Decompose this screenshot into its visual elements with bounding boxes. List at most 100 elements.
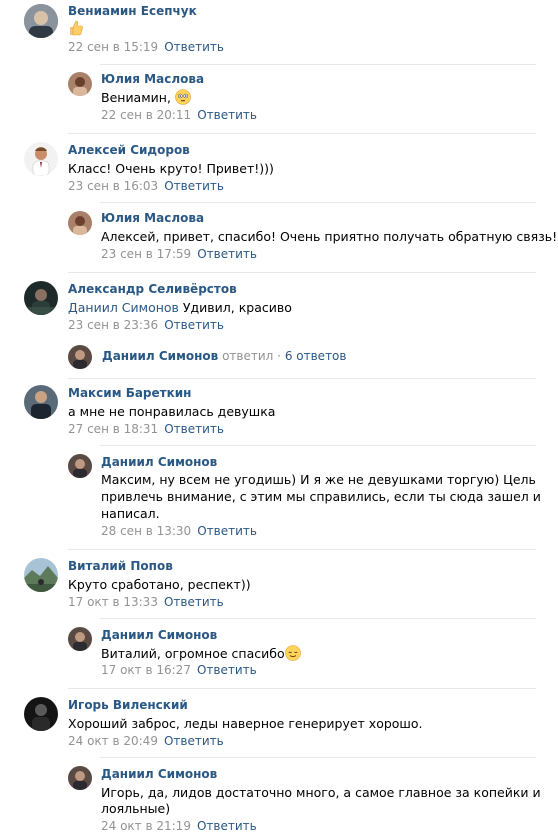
reply-date: 22 сен в 20:11 — [101, 108, 192, 122]
reply-button[interactable]: Ответить — [197, 108, 257, 122]
thumbs-up-icon — [70, 20, 83, 36]
avatar-photo — [68, 345, 92, 369]
divider — [100, 445, 536, 446]
divider — [100, 64, 536, 65]
comment-meta: 24 окт в 20:49 Ответить — [68, 734, 224, 748]
reply-button[interactable]: Ответить — [197, 247, 257, 261]
comment-author[interactable]: Александр Селивёрстов — [68, 282, 237, 296]
reply-meta: 23 сен в 17:59 Ответить — [101, 247, 257, 261]
reply-button[interactable]: Ответить — [197, 819, 257, 833]
avatar[interactable] — [24, 385, 58, 419]
comment-date: 23 сен в 16:03 — [68, 179, 159, 193]
reply-text: Виталий, огромное спасибо — [101, 645, 301, 662]
comment-author[interactable]: Вениамин Есепчук — [68, 4, 197, 18]
avatar-photo — [24, 558, 58, 592]
divider — [68, 272, 536, 273]
reply-author[interactable]: Даниил Симонов — [101, 455, 217, 469]
divider — [100, 202, 536, 203]
reply-date: 17 окт в 16:27 — [101, 663, 191, 677]
comment-text: Круто сработано, респект)) — [68, 577, 251, 592]
reply-button[interactable]: Ответить — [164, 734, 224, 748]
comment-date: 24 окт в 20:49 — [68, 734, 158, 748]
reply-text: Алексей, привет, спасибо! Очень приятно … — [101, 229, 558, 244]
comment-text-content: Удивил, красиво — [182, 300, 292, 315]
thread-separator: · — [277, 349, 281, 363]
comment-text: Даниил Симонов Удивил, красиво — [68, 299, 292, 316]
relieved-emoji-icon — [284, 645, 301, 661]
avatar-photo — [24, 385, 58, 419]
reply-text: Вениамин, — [101, 89, 191, 106]
reply-button[interactable]: Ответить — [197, 663, 257, 677]
reply-button[interactable]: Ответить — [164, 595, 224, 609]
reply-meta: 17 окт в 16:27 Ответить — [101, 663, 257, 677]
avatar[interactable] — [68, 345, 92, 369]
reply-button[interactable]: Ответить — [197, 524, 257, 538]
reply-author[interactable]: Даниил Симонов — [101, 767, 217, 781]
avatar-photo — [24, 281, 58, 315]
reply-meta: 22 сен в 20:11 Ответить — [101, 108, 257, 122]
avatar-photo — [24, 142, 58, 176]
comment-text: Класс! Очень круто! Привет!))) — [68, 161, 274, 176]
reply-date: 24 окт в 21:19 — [101, 819, 191, 833]
reply-text-content: Виталий, огромное спасибо — [101, 646, 285, 661]
avatar[interactable] — [68, 627, 92, 651]
divider — [68, 133, 536, 134]
comment-meta: 17 окт в 13:33 Ответить — [68, 595, 224, 609]
reply-button[interactable]: Ответить — [164, 422, 224, 436]
avatar[interactable] — [68, 454, 92, 478]
comment-author[interactable]: Алексей Сидоров — [68, 143, 190, 157]
divider — [68, 688, 536, 689]
reply-button[interactable]: Ответить — [164, 318, 224, 332]
comment-date: 22 сен в 15:19 — [68, 40, 159, 54]
divider — [68, 549, 536, 550]
reply-date: 28 сен в 13:30 — [101, 524, 192, 538]
avatar-photo — [24, 4, 58, 38]
comment-text: Хороший заброс, леды наверное генерирует… — [68, 716, 423, 731]
avatar[interactable] — [68, 766, 92, 790]
comment-meta: 23 сен в 23:36 Ответить — [68, 318, 224, 332]
comment-author[interactable]: Максим Бареткин — [68, 386, 191, 400]
comment-date: 17 окт в 13:33 — [68, 595, 158, 609]
mention-link[interactable]: Даниил Симонов — [68, 300, 179, 315]
reply-text-line: привлечь внимание, с этим мы справились,… — [101, 489, 541, 504]
reply-text-line: Игорь, да, лидов достаточно много, а сам… — [101, 785, 541, 800]
reply-text-line: лояльные) — [101, 801, 171, 816]
reply-author[interactable]: Даниил Симонов — [101, 628, 217, 642]
avatar[interactable] — [24, 4, 58, 38]
avatar-photo — [24, 697, 58, 731]
comment-meta: 27 сен в 18:31 Ответить — [68, 422, 224, 436]
avatar[interactable] — [24, 558, 58, 592]
reply-text-content: Вениамин, — [101, 90, 171, 105]
reply-author[interactable]: Юлия Маслова — [101, 72, 204, 86]
reply-meta: 24 окт в 21:19 Ответить — [101, 819, 257, 833]
comment-text — [68, 20, 84, 37]
divider — [100, 757, 536, 758]
avatar-photo — [68, 211, 92, 235]
reply-button[interactable]: Ответить — [164, 40, 224, 54]
thread-verb: ответил — [222, 349, 274, 363]
reply-meta: 28 сен в 13:30 Ответить — [101, 524, 257, 538]
avatar[interactable] — [68, 72, 92, 96]
divider — [68, 378, 536, 379]
comment-author[interactable]: Игорь Виленский — [68, 698, 188, 712]
reply-date: 23 сен в 17:59 — [101, 247, 192, 261]
avatar[interactable] — [24, 281, 58, 315]
avatar-photo — [68, 766, 92, 790]
comment-meta: 23 сен в 16:03 Ответить — [68, 179, 224, 193]
comment-author[interactable]: Виталий Попов — [68, 559, 173, 573]
thread-replier[interactable]: Даниил Симонов — [102, 349, 218, 363]
divider — [100, 618, 536, 619]
comment-date: 27 сен в 18:31 — [68, 422, 159, 436]
reply-text-line: Максим, ну всем не угодишь) И я же не де… — [101, 472, 536, 487]
reply-text-line: написал. — [101, 506, 160, 521]
thread-count[interactable]: 6 ответов — [285, 349, 347, 363]
show-replies-link[interactable]: Даниил Симонов ответил · 6 ответов — [102, 349, 346, 363]
reply-button[interactable]: Ответить — [164, 179, 224, 193]
avatar[interactable] — [68, 211, 92, 235]
avatar[interactable] — [24, 142, 58, 176]
comment-text: а мне не понравилась девушка — [68, 404, 276, 419]
reply-author[interactable]: Юлия Маслова — [101, 211, 204, 225]
avatar[interactable] — [24, 697, 58, 731]
avatar-photo — [68, 72, 92, 96]
comment-date: 23 сен в 23:36 — [68, 318, 159, 332]
